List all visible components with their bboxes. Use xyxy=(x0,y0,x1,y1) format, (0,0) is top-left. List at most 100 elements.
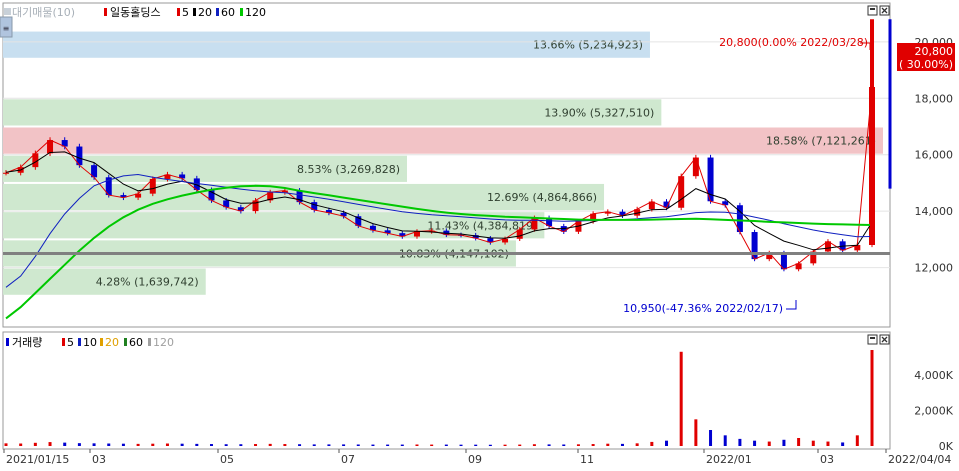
volume-bar xyxy=(224,444,228,446)
date-axis-tick-label: 11 xyxy=(580,453,594,466)
box-icon[interactable] xyxy=(867,334,878,345)
price-axis-tick-label: 16,000 xyxy=(915,149,954,162)
legend-swatch-prefix xyxy=(4,8,11,15)
chart-canvas: 13.66% (5,234,923) 13.90% (5,327,510) 18.5… xyxy=(0,0,959,467)
current-price-tag: 20,800 ( 30.00%) xyxy=(897,43,955,71)
legend-v5: 5 xyxy=(67,336,74,349)
volume-bar xyxy=(797,438,801,446)
legend-swatch-v60 xyxy=(124,338,127,346)
legend-ma60: 60 xyxy=(221,6,235,19)
volume-bar xyxy=(723,435,727,446)
volume-bar xyxy=(327,444,331,446)
volume-bar xyxy=(650,441,654,446)
volume-bar xyxy=(268,443,272,446)
legend-v60: 60 xyxy=(129,336,143,349)
volume-bar xyxy=(151,443,155,446)
volume-bar xyxy=(180,443,184,446)
date-axis-tick-label: 2022/01 xyxy=(706,453,752,466)
volume-bar xyxy=(459,444,463,446)
volume-bar xyxy=(635,443,639,446)
volume-bar xyxy=(606,443,610,446)
volume-bar xyxy=(298,444,302,446)
volume-axis-tick-label: 2,000K xyxy=(914,404,953,417)
price-axis-tick-label: 18,000 xyxy=(915,92,954,105)
volume-bar xyxy=(356,444,360,446)
volume-profile-bar xyxy=(3,127,883,154)
legend-stock: 일동홀딩스 xyxy=(110,5,161,19)
legend-v20: 20 xyxy=(105,336,119,349)
volume-bar xyxy=(121,443,125,446)
date-axis-tick-label: 07 xyxy=(341,453,355,466)
volume-bar xyxy=(665,440,669,446)
legend-swatch-volume xyxy=(6,338,9,346)
volume-profile-label: 4.28% (1,639,742) xyxy=(96,276,199,289)
volume-profile-label: 12.69% (4,864,866) xyxy=(487,191,597,204)
volume-bar xyxy=(415,444,419,446)
price-axis-tick-label: 12,000 xyxy=(915,262,954,275)
date-axis-tick-label: 03 xyxy=(820,453,834,466)
volume-bar xyxy=(532,444,536,446)
volume-bar xyxy=(254,444,258,446)
volume-bar xyxy=(312,444,316,446)
volume-bar xyxy=(503,444,507,446)
volume-bar xyxy=(283,444,287,446)
date-axis-tick-label: 2022/04/04 xyxy=(888,453,951,466)
volume-bar xyxy=(782,439,786,446)
price-legend: 대기매물(10) 일동홀딩스 5 20 60 120 xyxy=(4,5,266,19)
volume-bar xyxy=(342,444,346,446)
volume-bar xyxy=(855,435,859,446)
volume-bar xyxy=(547,444,551,446)
legend-prefix: 대기매물(10) xyxy=(12,6,75,19)
box-icon-bar xyxy=(870,337,875,339)
volume-bar xyxy=(474,444,478,446)
volume-bar xyxy=(576,444,580,446)
box-icon[interactable] xyxy=(867,5,878,16)
volume-bar xyxy=(679,351,683,446)
volume-bar xyxy=(63,442,67,446)
legend-volume: 거래량 xyxy=(12,336,42,349)
volume-profile-label: 13.66% (5,234,923) xyxy=(533,39,643,52)
volume-bar xyxy=(430,444,434,446)
volume-bar xyxy=(591,444,595,446)
price-axis-tick-label: 14,000 xyxy=(915,205,954,218)
volume-bar xyxy=(48,442,52,446)
volume-bar xyxy=(239,444,243,446)
candle-body xyxy=(3,172,9,174)
legend-swatch-ma120 xyxy=(240,8,243,16)
volume-bar xyxy=(811,440,815,446)
volume-bar xyxy=(738,438,742,446)
box-icon-bar xyxy=(870,8,875,10)
legend-swatch-stock xyxy=(104,8,107,16)
volume-bar xyxy=(209,444,213,446)
volume-bar xyxy=(826,441,830,446)
volume-bar xyxy=(767,441,771,446)
legend-swatch-v20 xyxy=(100,338,103,346)
volume-profile-label: 8.53% (3,269,828) xyxy=(297,163,400,176)
volume-axis-tick-label: 0K xyxy=(939,440,954,453)
date-axis-tick-label: 2021/01/15 xyxy=(6,453,69,466)
legend-swatch-v5 xyxy=(62,338,65,346)
volume-bar xyxy=(136,443,140,446)
legend-ma5: 5 xyxy=(182,6,189,19)
volume-bar xyxy=(444,444,448,446)
volume-profile-label: 18.58% (7,121,261) xyxy=(766,135,876,148)
volume-bar xyxy=(107,443,111,446)
volume-axis-tick-label: 4,000K xyxy=(914,369,953,382)
volume-bar xyxy=(400,444,404,446)
volume-bar xyxy=(195,443,199,446)
date-axis-tick-label: 03 xyxy=(92,453,106,466)
volume-bar xyxy=(518,444,522,446)
legend-swatch-ma5 xyxy=(177,8,180,16)
volume-bar xyxy=(870,350,874,446)
volume-bar xyxy=(562,444,566,446)
legend-ma20: 20 xyxy=(198,6,212,19)
volume-bar xyxy=(77,443,81,446)
date-axis-tick-label: 05 xyxy=(220,453,234,466)
legend-v10: 10 xyxy=(83,336,97,349)
volume-bar xyxy=(620,443,624,446)
volume-bar xyxy=(19,443,23,446)
current-price-value: 20,800 xyxy=(915,45,954,58)
volume-bar xyxy=(4,443,8,446)
volume-bar xyxy=(386,444,390,446)
volume-bar xyxy=(841,442,845,446)
